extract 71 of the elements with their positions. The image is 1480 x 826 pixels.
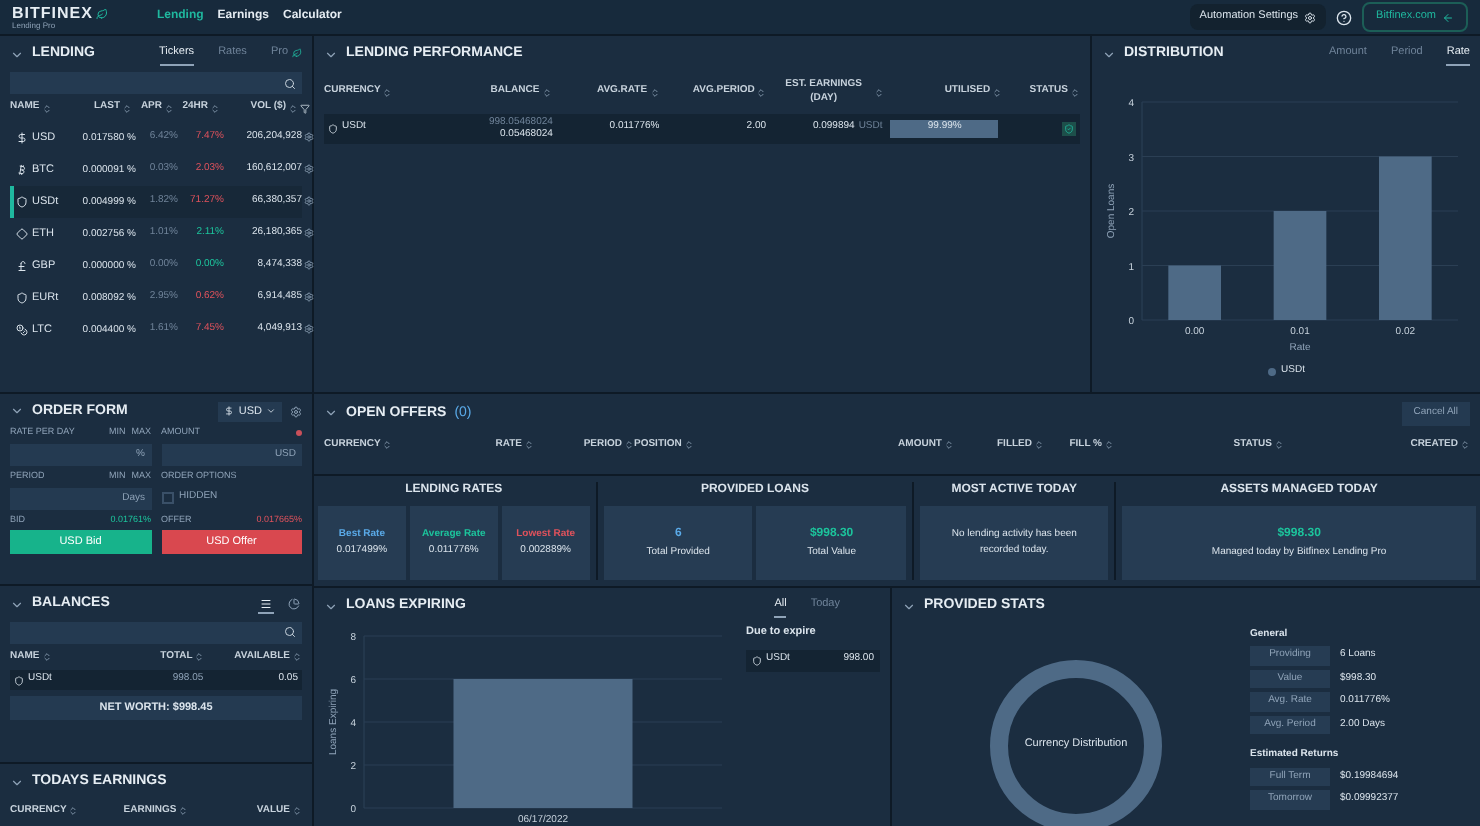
collapse-icon[interactable] <box>1102 48 1116 63</box>
collapse-icon[interactable] <box>902 599 916 614</box>
settings-icon[interactable] <box>304 228 314 239</box>
arrow-icon <box>1442 11 1454 23</box>
sort-icon[interactable] <box>992 87 1003 97</box>
sort-icon[interactable] <box>874 87 885 97</box>
sort-icon[interactable] <box>292 805 302 816</box>
shield-icon <box>16 291 28 304</box>
sort-icon[interactable] <box>288 103 298 113</box>
search-icon <box>284 77 296 90</box>
sort-icon[interactable] <box>210 103 220 113</box>
collapse-icon[interactable] <box>324 406 338 421</box>
dollar-icon <box>16 131 28 144</box>
hidden-checkbox[interactable] <box>161 492 173 504</box>
sort-icon[interactable] <box>756 87 767 97</box>
sort-icon[interactable] <box>1034 439 1044 450</box>
logo: BITFINEX <box>12 5 93 21</box>
search-icon <box>284 626 296 639</box>
sort-icon[interactable] <box>1104 439 1114 450</box>
dollar-icon <box>224 406 235 417</box>
settings-icon[interactable] <box>304 196 314 207</box>
sort-icon[interactable] <box>164 103 174 113</box>
sort-icon[interactable] <box>292 651 302 662</box>
settings-icon[interactable] <box>304 164 314 175</box>
settings-icon <box>1304 11 1317 23</box>
bitcoin-icon <box>16 163 28 176</box>
sort-icon[interactable] <box>683 439 694 450</box>
caret-icon <box>266 406 276 417</box>
search-field[interactable] <box>10 621 302 644</box>
status-icon <box>1062 121 1076 135</box>
collapse-icon[interactable] <box>10 404 24 419</box>
collapse-icon[interactable] <box>10 597 24 612</box>
settings-icon[interactable] <box>304 324 314 335</box>
search-field[interactable] <box>10 72 302 95</box>
settings-icon[interactable] <box>304 292 314 303</box>
pie-view-tab[interactable] <box>286 596 302 613</box>
help-icon[interactable] <box>1336 9 1353 25</box>
leaf-icon <box>292 47 302 58</box>
list-view-tab[interactable] <box>258 595 274 614</box>
sort-icon[interactable] <box>178 805 189 816</box>
sort-icon[interactable] <box>382 87 393 97</box>
pound-icon <box>16 259 28 272</box>
diamond-icon <box>16 227 28 240</box>
sort-icon[interactable] <box>944 439 954 450</box>
shield-icon <box>752 655 762 665</box>
coin-icon <box>16 323 28 336</box>
sort-icon[interactable] <box>1274 439 1284 450</box>
filter-icon[interactable] <box>300 103 310 113</box>
sort-icon[interactable] <box>194 651 205 662</box>
settings-icon[interactable] <box>304 260 314 271</box>
sort-icon[interactable] <box>41 103 52 113</box>
collapse-icon[interactable] <box>324 47 338 62</box>
sort-icon[interactable] <box>1070 87 1080 97</box>
sort-icon[interactable] <box>122 103 132 113</box>
sort-icon[interactable] <box>649 87 660 97</box>
settings-icon[interactable] <box>290 405 302 418</box>
sort-icon[interactable] <box>41 651 52 662</box>
shield-icon <box>328 123 338 133</box>
sort-icon[interactable] <box>624 439 634 450</box>
sort-icon[interactable] <box>1460 439 1470 450</box>
shield-icon <box>16 195 28 208</box>
sort-icon[interactable] <box>541 87 552 97</box>
settings-icon[interactable] <box>304 132 314 143</box>
sort-icon[interactable] <box>382 439 393 450</box>
shield-icon <box>14 675 24 686</box>
collapse-icon[interactable] <box>324 600 338 615</box>
sort-icon[interactable] <box>524 439 534 450</box>
collapse-icon[interactable] <box>10 48 24 63</box>
leaf-icon <box>96 7 109 19</box>
collapse-icon[interactable] <box>10 775 24 790</box>
sort-icon[interactable] <box>68 805 79 816</box>
